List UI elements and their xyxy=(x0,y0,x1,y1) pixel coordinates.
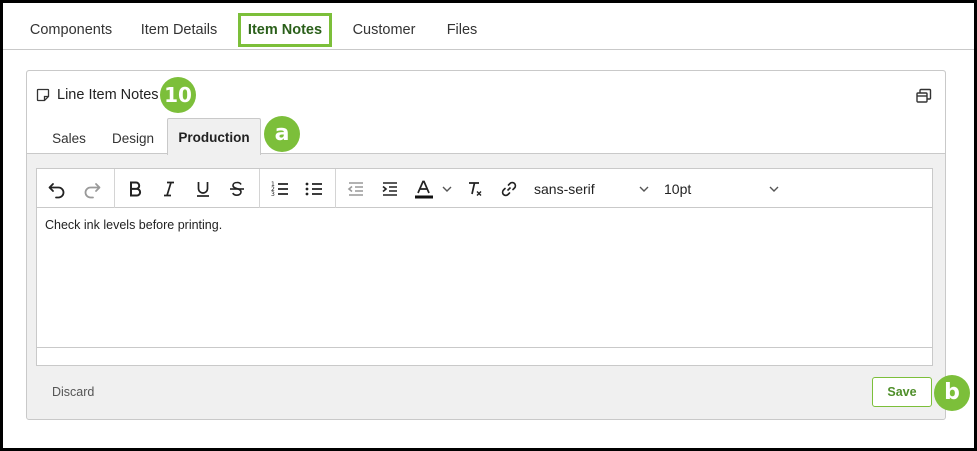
tab-files[interactable]: Files xyxy=(439,13,485,47)
bold-button[interactable] xyxy=(123,177,147,201)
toolbar-divider xyxy=(259,169,260,208)
editor-content[interactable]: Check ink levels before printing. xyxy=(45,218,222,232)
tab-item-notes[interactable]: Item Notes xyxy=(238,13,332,47)
restore-window-icon[interactable] xyxy=(915,87,933,105)
clear-formatting-icon xyxy=(469,182,482,196)
callout-badge-a: a xyxy=(264,116,300,152)
font-family-select[interactable]: sans-serif xyxy=(534,177,650,201)
chevron-down-icon xyxy=(769,186,779,192)
tab-item-details[interactable]: Item Details xyxy=(133,13,225,47)
tab-customer[interactable]: Customer xyxy=(345,13,423,47)
panel-header: Line Item Notes 10 Sales Design Producti… xyxy=(27,71,945,155)
font-size-select[interactable]: 10pt xyxy=(664,177,780,201)
font-family-value: sans-serif xyxy=(534,181,595,197)
note-icon xyxy=(36,88,50,102)
outdent-icon xyxy=(347,182,363,196)
indent-button[interactable] xyxy=(378,177,402,201)
text-color-icon xyxy=(415,180,433,199)
callout-badge-10: 10 xyxy=(160,77,196,113)
rich-text-editor: 123 sans-serif 10pt Check ink levels bef… xyxy=(36,168,933,366)
strikethrough-button[interactable] xyxy=(225,177,249,201)
toolbar-divider xyxy=(114,169,115,208)
line-item-notes-panel: Line Item Notes 10 Sales Design Producti… xyxy=(26,70,970,420)
clear-formatting-button[interactable] xyxy=(463,177,487,201)
numbered-list-button[interactable]: 123 xyxy=(268,177,292,201)
discard-button[interactable]: Discard xyxy=(52,385,94,399)
chevron-down-icon xyxy=(639,186,649,192)
italic-icon xyxy=(164,181,174,197)
app-frame: Components Item Details Item Notes Custo… xyxy=(3,3,974,448)
outdent-button[interactable] xyxy=(344,177,368,201)
chevron-down-icon xyxy=(442,186,452,192)
indent-icon xyxy=(382,182,397,196)
text-color-button[interactable] xyxy=(413,177,457,201)
tab-components[interactable]: Components xyxy=(17,13,125,47)
top-tab-bar: Components Item Details Item Notes Custo… xyxy=(3,3,974,50)
subtab-sales[interactable]: Sales xyxy=(43,123,95,155)
subtab-production[interactable]: Production xyxy=(167,118,261,155)
undo-button[interactable] xyxy=(45,177,69,201)
editor-statusbar xyxy=(37,347,932,365)
bullet-list-icon xyxy=(305,182,322,196)
toolbar-divider xyxy=(335,169,336,208)
save-button[interactable]: Save xyxy=(872,377,932,407)
redo-icon xyxy=(84,183,101,199)
link-button[interactable] xyxy=(497,177,521,201)
font-size-value: 10pt xyxy=(664,181,692,197)
svg-text:3: 3 xyxy=(271,191,275,198)
editor-toolbar: 123 sans-serif 10pt xyxy=(37,169,932,208)
subtab-design[interactable]: Design xyxy=(105,123,161,155)
link-icon xyxy=(501,181,517,197)
underline-icon xyxy=(197,182,209,197)
bold-icon xyxy=(130,181,142,197)
redo-button[interactable] xyxy=(80,177,104,201)
panel-title: Line Item Notes xyxy=(57,87,159,103)
underline-button[interactable] xyxy=(191,177,215,201)
numbered-list-icon: 123 xyxy=(271,181,288,198)
bullet-list-button[interactable] xyxy=(302,177,326,201)
callout-badge-b: b xyxy=(934,375,970,411)
undo-icon xyxy=(48,183,65,199)
italic-button[interactable] xyxy=(157,177,181,201)
strikethrough-icon xyxy=(230,181,244,196)
